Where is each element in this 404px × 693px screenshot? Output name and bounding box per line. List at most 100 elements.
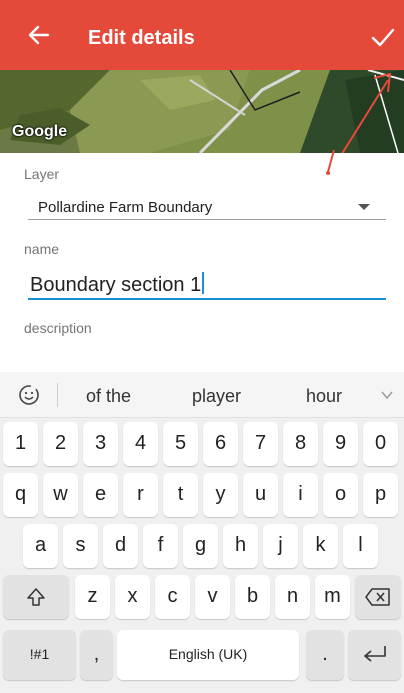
- space-key-label: English (UK): [168, 646, 248, 662]
- key-5[interactable]: 5: [163, 422, 198, 466]
- key-q[interactable]: q: [3, 473, 38, 517]
- name-input[interactable]: Boundary section 1: [28, 262, 386, 300]
- key-8-label: 8: [294, 432, 307, 454]
- layer-select[interactable]: Pollardine Farm Boundary: [28, 190, 386, 220]
- key-e[interactable]: e: [83, 473, 118, 517]
- key-8[interactable]: 8: [283, 422, 318, 466]
- key-9[interactable]: 9: [323, 422, 358, 466]
- google-attribution: Google: [12, 123, 68, 140]
- arrow-left-icon[interactable]: [26, 22, 52, 48]
- emoji-sync-icon[interactable]: [17, 383, 41, 407]
- key-2[interactable]: 2: [43, 422, 78, 466]
- period-key-label: .: [322, 643, 328, 665]
- key-n[interactable]: n: [275, 575, 310, 619]
- key-t[interactable]: t: [163, 473, 198, 517]
- layer-label: Layer: [24, 166, 60, 182]
- key-l[interactable]: l: [343, 524, 378, 568]
- soft-keyboard: of the player hour 1 2 3 4 5 6 7 8 9 0 q w e r t y u i o p a…: [0, 372, 404, 693]
- annotation-arrow-tail: [326, 150, 335, 175]
- symbols-key-label: !#1: [29, 646, 50, 662]
- key-f-label: f: [157, 534, 164, 556]
- key-d[interactable]: d: [103, 524, 138, 568]
- key-z[interactable]: z: [75, 575, 110, 619]
- key-r-label: r: [137, 483, 144, 505]
- app-bar: Edit details: [0, 0, 404, 70]
- key-x-label: x: [127, 585, 138, 607]
- key-i-label: i: [298, 483, 303, 505]
- key-9-label: 9: [334, 432, 347, 454]
- key-2-label: 2: [54, 432, 67, 454]
- key-4[interactable]: 4: [123, 422, 158, 466]
- key-o-label: o: [334, 483, 347, 505]
- key-7[interactable]: 7: [243, 422, 278, 466]
- key-i[interactable]: i: [283, 473, 318, 517]
- key-c-label: c: [167, 585, 178, 607]
- key-m-label: m: [324, 585, 341, 607]
- key-c[interactable]: c: [155, 575, 190, 619]
- backspace-icon: [365, 588, 390, 606]
- name-label: name: [24, 241, 60, 257]
- chevron-down-icon[interactable]: [380, 388, 394, 402]
- key-x[interactable]: x: [115, 575, 150, 619]
- suggestion-3[interactable]: hour: [306, 386, 342, 407]
- key-7-label: 7: [254, 432, 267, 454]
- key-y-label: y: [215, 483, 226, 505]
- key-u-label: u: [254, 483, 267, 505]
- key-1[interactable]: 1: [3, 422, 38, 466]
- page-title: Edit details: [88, 27, 195, 49]
- key-n-label: n: [286, 585, 299, 607]
- key-6-label: 6: [214, 432, 227, 454]
- key-3[interactable]: 3: [83, 422, 118, 466]
- suggestion-1[interactable]: of the: [86, 386, 131, 407]
- key-p-label: p: [374, 483, 387, 505]
- key-p[interactable]: p: [363, 473, 398, 517]
- map-preview[interactable]: Google: [0, 70, 404, 153]
- key-b-label: b: [246, 585, 259, 607]
- checkmark-icon[interactable]: [370, 24, 396, 50]
- key-j-label: j: [278, 534, 283, 556]
- key-s[interactable]: s: [63, 524, 98, 568]
- space-key[interactable]: English (UK): [117, 630, 299, 680]
- comma-key-label: ,: [93, 643, 100, 665]
- period-key[interactable]: .: [306, 630, 344, 680]
- key-a[interactable]: a: [23, 524, 58, 568]
- key-s-label: s: [75, 534, 86, 556]
- key-0[interactable]: 0: [363, 422, 398, 466]
- key-4-label: 4: [134, 432, 147, 454]
- enter-key[interactable]: [348, 630, 401, 680]
- shift-key[interactable]: [3, 575, 69, 619]
- enter-icon: [364, 646, 386, 662]
- key-a-label: a: [34, 534, 47, 556]
- backspace-key[interactable]: [355, 575, 401, 619]
- key-v[interactable]: v: [195, 575, 230, 619]
- dropdown-caret-icon: [358, 204, 370, 210]
- key-w[interactable]: w: [43, 473, 78, 517]
- key-r[interactable]: r: [123, 473, 158, 517]
- key-b[interactable]: b: [235, 575, 270, 619]
- key-u[interactable]: u: [243, 473, 278, 517]
- key-g[interactable]: g: [183, 524, 218, 568]
- description-label[interactable]: description: [24, 320, 92, 336]
- key-e-label: e: [94, 483, 107, 505]
- key-f[interactable]: f: [143, 524, 178, 568]
- suggestion-2[interactable]: player: [192, 386, 241, 407]
- key-1-label: 1: [14, 432, 27, 454]
- key-k[interactable]: k: [303, 524, 338, 568]
- layer-select-value: Pollardine Farm Boundary: [38, 199, 213, 216]
- suggestion-bar: of the player hour: [0, 372, 404, 418]
- key-v-label: v: [207, 585, 218, 607]
- key-6[interactable]: 6: [203, 422, 238, 466]
- key-w-label: w: [53, 483, 68, 505]
- symbols-key[interactable]: !#1: [3, 630, 76, 680]
- key-y[interactable]: y: [203, 473, 238, 517]
- key-j[interactable]: j: [263, 524, 298, 568]
- key-z-label: z: [87, 585, 98, 607]
- key-m[interactable]: m: [315, 575, 350, 619]
- shift-icon: [27, 588, 45, 606]
- key-o[interactable]: o: [323, 473, 358, 517]
- key-q-label: q: [14, 483, 27, 505]
- key-3-label: 3: [94, 432, 107, 454]
- key-h[interactable]: h: [223, 524, 258, 568]
- key-l-label: l: [358, 534, 363, 556]
- comma-key[interactable]: ,: [80, 630, 113, 680]
